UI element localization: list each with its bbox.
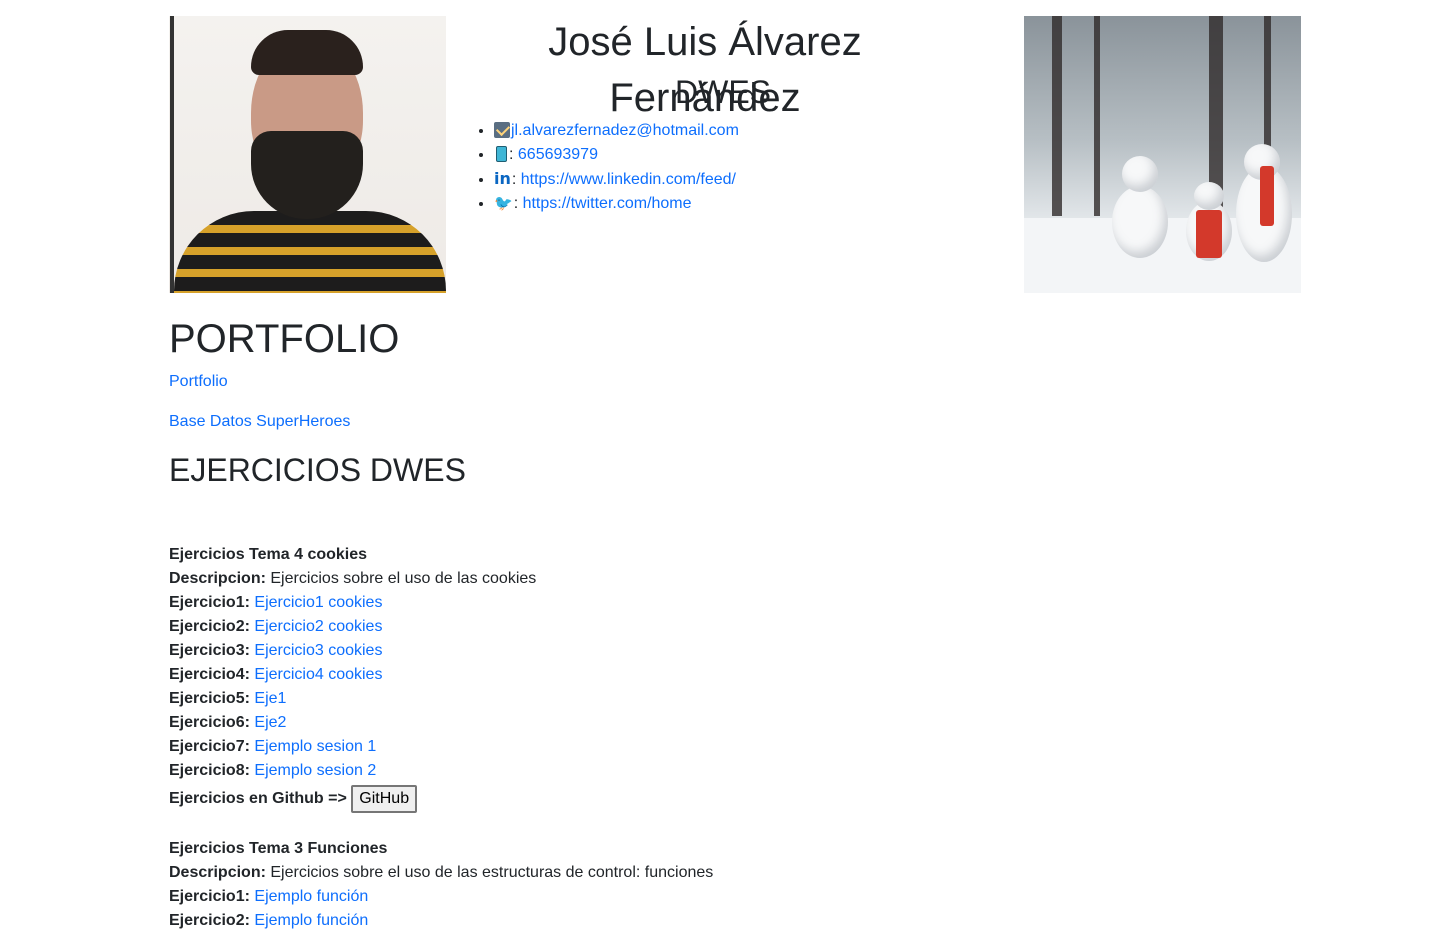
ejercicio-link[interactable]: Ejercicio1 cookies [254,594,382,611]
tema3-desc-label: Descripcion: [169,864,266,881]
contact-twitter: 🐦: https://twitter.com/home [494,192,739,216]
list-item: Ejercicio2: Ejercicio2 cookies [169,618,383,635]
ejercicio-link[interactable]: Ejemplo sesion 1 [254,738,376,755]
portfolio-link[interactable]: Portfolio [169,370,228,394]
list-item: Ejercicio4: Ejercicio4 cookies [169,666,383,683]
list-item: Ejercicio3: Ejercicio3 cookies [169,642,383,659]
list-item: Ejercicio8: Ejemplo sesion 2 [169,762,377,779]
ejercicio-link[interactable]: Ejemplo función [254,912,368,929]
ejercicio-link[interactable]: Eje2 [254,714,286,731]
phone-icon [496,146,507,162]
twitter-icon: 🐦 [494,195,513,212]
tema4-desc-label: Descripcion: [169,570,266,587]
twitter-link[interactable]: https://twitter.com/home [523,195,692,212]
ejercicio-link[interactable]: Ejemplo sesion 2 [254,762,376,779]
tema4-block: Ejercicios Tema 4 cookies Descripcion: E… [169,543,536,813]
portfolio-heading: PORTFOLIO [169,317,400,361]
list-item: Ejercicio7: Ejemplo sesion 1 [169,738,377,755]
tema4-title: Ejercicios Tema 4 cookies [169,546,368,563]
contact-linkedin: in: https://www.linkedin.com/feed/ [494,167,739,192]
list-item: Ejercicio1: Ejemplo función [169,888,369,905]
ejercicio-link[interactable]: Ejemplo función [254,888,368,905]
tema3-title: Ejercicios Tema 3 Funciones [169,840,388,857]
list-item: Ejercicio5: Eje1 [169,690,287,707]
ejercicio-link[interactable]: Ejercicio3 cookies [254,642,382,659]
linkedin-icon: in [494,169,511,188]
superheroes-db-link[interactable]: Base Datos SuperHeroes [169,410,350,434]
github-button[interactable]: GitHub [351,785,418,813]
list-item: Ejercicio2: Ejemplo función [169,912,369,929]
snowmen-image [1024,16,1301,293]
page: José Luis Álvarez Fernández DWES jl.alva… [0,0,1452,933]
mail-icon [494,122,510,138]
profile-photo [169,16,446,293]
list-item: Ejercicio6: Eje2 [169,714,287,731]
contact-email: jl.alvarezfernadez@hotmail.com [494,119,739,143]
tema4-desc-text: Ejercicios sobre el uso de las cookies [265,570,537,587]
tema3-desc-text: Ejercicios sobre el uso de las estructur… [265,864,714,881]
tema3-block: Ejercicios Tema 3 Funciones Descripcion:… [169,837,713,933]
phone-link[interactable]: 665693979 [518,146,598,163]
contact-list: jl.alvarezfernadez@hotmail.com : 6656939… [475,119,739,216]
ejercicios-heading: EJERCICIOS DWES [169,452,466,488]
ejercicio-link[interactable]: Ejercicio2 cookies [254,618,382,635]
ejercicio-link[interactable]: Eje1 [254,690,286,707]
ejercicio-link[interactable]: Ejercicio4 cookies [254,666,382,683]
list-item: Ejercicio1: Ejercicio1 cookies [169,594,383,611]
github-label: Ejercicios en Github => [169,790,347,808]
linkedin-link[interactable]: https://www.linkedin.com/feed/ [521,171,736,188]
email-link[interactable]: jl.alvarezfernadez@hotmail.com [511,122,739,139]
contact-phone: : 665693979 [494,143,739,167]
subject-title: DWES [675,74,771,110]
